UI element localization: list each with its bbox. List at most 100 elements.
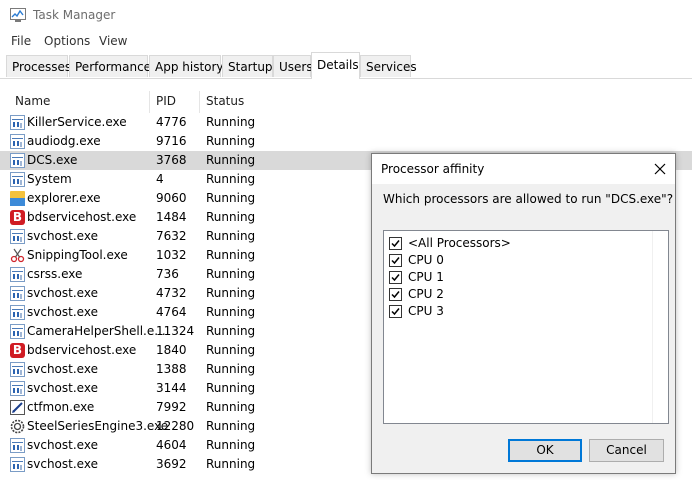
window-title: Task Manager xyxy=(33,8,116,22)
process-name: System xyxy=(27,172,72,186)
dialog-title: Processor affinity xyxy=(381,162,485,176)
checkbox-checked-icon[interactable] xyxy=(389,237,402,250)
column-divider[interactable] xyxy=(199,91,200,113)
checkbox-all-processors[interactable]: <All Processors> xyxy=(389,235,649,252)
task-manager-icon xyxy=(10,8,26,22)
tab-processes[interactable]: Processes xyxy=(6,55,71,77)
process-status: Running xyxy=(206,324,256,338)
process-name: svchost.exe xyxy=(27,438,98,452)
tab-users[interactable]: Users xyxy=(273,55,313,77)
gear-icon xyxy=(10,419,25,434)
process-name: ctfmon.exe xyxy=(27,400,95,414)
process-name: svchost.exe xyxy=(27,457,98,471)
checkbox-checked-icon[interactable] xyxy=(389,305,402,318)
process-name: svchost.exe xyxy=(27,286,98,300)
process-pid: 4 xyxy=(156,172,164,186)
tab-services[interactable]: Services xyxy=(360,55,417,77)
tab-performance[interactable]: Performance xyxy=(69,55,151,77)
process-status: Running xyxy=(206,210,256,224)
table-row[interactable]: audiodg.exe 9716 Running xyxy=(0,132,692,151)
processor-affinity-dialog: Processor affinity Which processors are … xyxy=(371,153,676,474)
menu-file[interactable]: File xyxy=(11,34,31,48)
process-status: Running xyxy=(206,153,256,167)
process-pid: 1484 xyxy=(156,210,187,224)
process-pid: 4604 xyxy=(156,438,187,452)
processor-checklist[interactable]: <All Processors> CPU 0 CPU 1 CPU 2 CPU 3 xyxy=(383,230,669,424)
process-status: Running xyxy=(206,115,256,129)
menu-view[interactable]: View xyxy=(99,34,127,48)
tab-details[interactable]: Details xyxy=(311,52,360,79)
process-name: svchost.exe xyxy=(27,229,98,243)
checkbox-cpu-3[interactable]: CPU 3 xyxy=(389,303,649,320)
process-status: Running xyxy=(206,248,256,262)
bitdefender-icon: B xyxy=(10,210,25,225)
column-pid[interactable]: PID xyxy=(156,94,176,108)
process-status: Running xyxy=(206,362,256,376)
service-icon xyxy=(10,438,25,453)
process-name: bdservicehost.exe xyxy=(27,343,137,357)
checkbox-cpu-2[interactable]: CPU 2 xyxy=(389,286,649,303)
column-divider[interactable] xyxy=(149,91,150,113)
process-status: Running xyxy=(206,267,256,281)
table-row[interactable]: KillerService.exe 4776 Running xyxy=(0,113,692,132)
process-pid: 12280 xyxy=(156,419,195,433)
service-icon xyxy=(10,267,25,282)
process-pid: 3768 xyxy=(156,153,187,167)
close-icon[interactable] xyxy=(652,161,668,177)
process-pid: 4732 xyxy=(156,286,187,300)
process-pid: 11324 xyxy=(156,324,195,338)
tab-strip: Processes Performance App history Startu… xyxy=(0,52,692,79)
process-pid: 9716 xyxy=(156,134,187,148)
checkbox-cpu-0[interactable]: CPU 0 xyxy=(389,252,649,269)
dialog-title-bar[interactable]: Processor affinity xyxy=(372,154,675,184)
process-pid: 1388 xyxy=(156,362,187,376)
process-status: Running xyxy=(206,286,256,300)
tab-startup[interactable]: Startup xyxy=(222,55,273,77)
process-pid: 9060 xyxy=(156,191,187,205)
process-name: audiodg.exe xyxy=(27,134,101,148)
tab-app-history[interactable]: App history xyxy=(149,55,224,77)
column-header-row: Name PID Status xyxy=(0,91,692,113)
process-name: SteelSeriesEngine3.exe xyxy=(27,419,169,433)
menu-options[interactable]: Options xyxy=(44,34,90,48)
column-status[interactable]: Status xyxy=(206,94,244,108)
checkbox-cpu-1[interactable]: CPU 1 xyxy=(389,269,649,286)
checkbox-label: <All Processors> xyxy=(408,236,511,250)
title-bar: Task Manager xyxy=(0,0,692,30)
process-status: Running xyxy=(206,191,256,205)
process-pid: 1840 xyxy=(156,343,187,357)
service-icon xyxy=(10,172,25,187)
process-name: CameraHelperShell.e... xyxy=(27,324,166,338)
process-status: Running xyxy=(206,381,256,395)
process-pid: 7632 xyxy=(156,229,187,243)
bitdefender-icon: B xyxy=(10,343,25,358)
service-icon xyxy=(10,115,25,130)
cancel-button[interactable]: Cancel xyxy=(589,439,664,462)
process-pid: 7992 xyxy=(156,400,187,414)
process-pid: 3692 xyxy=(156,457,187,471)
pen-icon xyxy=(10,400,25,415)
process-name: svchost.exe xyxy=(27,305,98,319)
scissors-icon xyxy=(10,248,25,263)
process-status: Running xyxy=(206,419,256,433)
process-status: Running xyxy=(206,400,256,414)
process-name: SnippingTool.exe xyxy=(27,248,128,262)
process-pid: 4776 xyxy=(156,115,187,129)
service-icon xyxy=(10,457,25,472)
checkbox-label: CPU 0 xyxy=(408,253,444,267)
process-status: Running xyxy=(206,457,256,471)
ok-button[interactable]: OK xyxy=(508,439,582,462)
folder-icon xyxy=(10,191,25,206)
service-icon xyxy=(10,286,25,301)
process-name: KillerService.exe xyxy=(27,115,127,129)
checkbox-checked-icon[interactable] xyxy=(389,288,402,301)
process-status: Running xyxy=(206,229,256,243)
column-name[interactable]: Name xyxy=(15,94,50,108)
process-name: csrss.exe xyxy=(27,267,83,281)
service-icon xyxy=(10,324,25,339)
checkbox-checked-icon[interactable] xyxy=(389,254,402,267)
process-status: Running xyxy=(206,134,256,148)
list-scrollbar[interactable] xyxy=(652,231,668,423)
checkbox-checked-icon[interactable] xyxy=(389,271,402,284)
checkbox-label: CPU 3 xyxy=(408,304,444,318)
